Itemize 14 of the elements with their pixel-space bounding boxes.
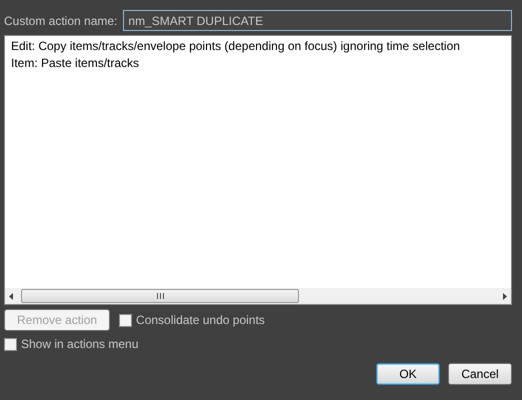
field-label: Custom action name: [4,14,118,28]
checkbox[interactable] [4,338,17,350]
checkbox[interactable] [119,314,132,326]
horizontal-scrollbar[interactable] [5,288,511,304]
ok-button[interactable]: OK [376,363,440,385]
checkbox-label: Consolidate undo points [136,313,265,327]
checkbox-label: Show in actions menu [21,337,138,351]
scroll-thumb[interactable] [21,289,299,303]
action-item[interactable]: Item: Paste items/tracks [11,56,505,70]
name-field[interactable]: nm_SMART DUPLICATE [123,10,512,31]
scroll-left-icon[interactable] [9,292,13,300]
action-item[interactable]: Edit: Copy items/tracks/envelope points (depending on focus) ignoring time selection [11,39,505,53]
cancel-button[interactable]: Cancel [448,363,512,385]
scroll-right-icon[interactable] [503,292,507,300]
